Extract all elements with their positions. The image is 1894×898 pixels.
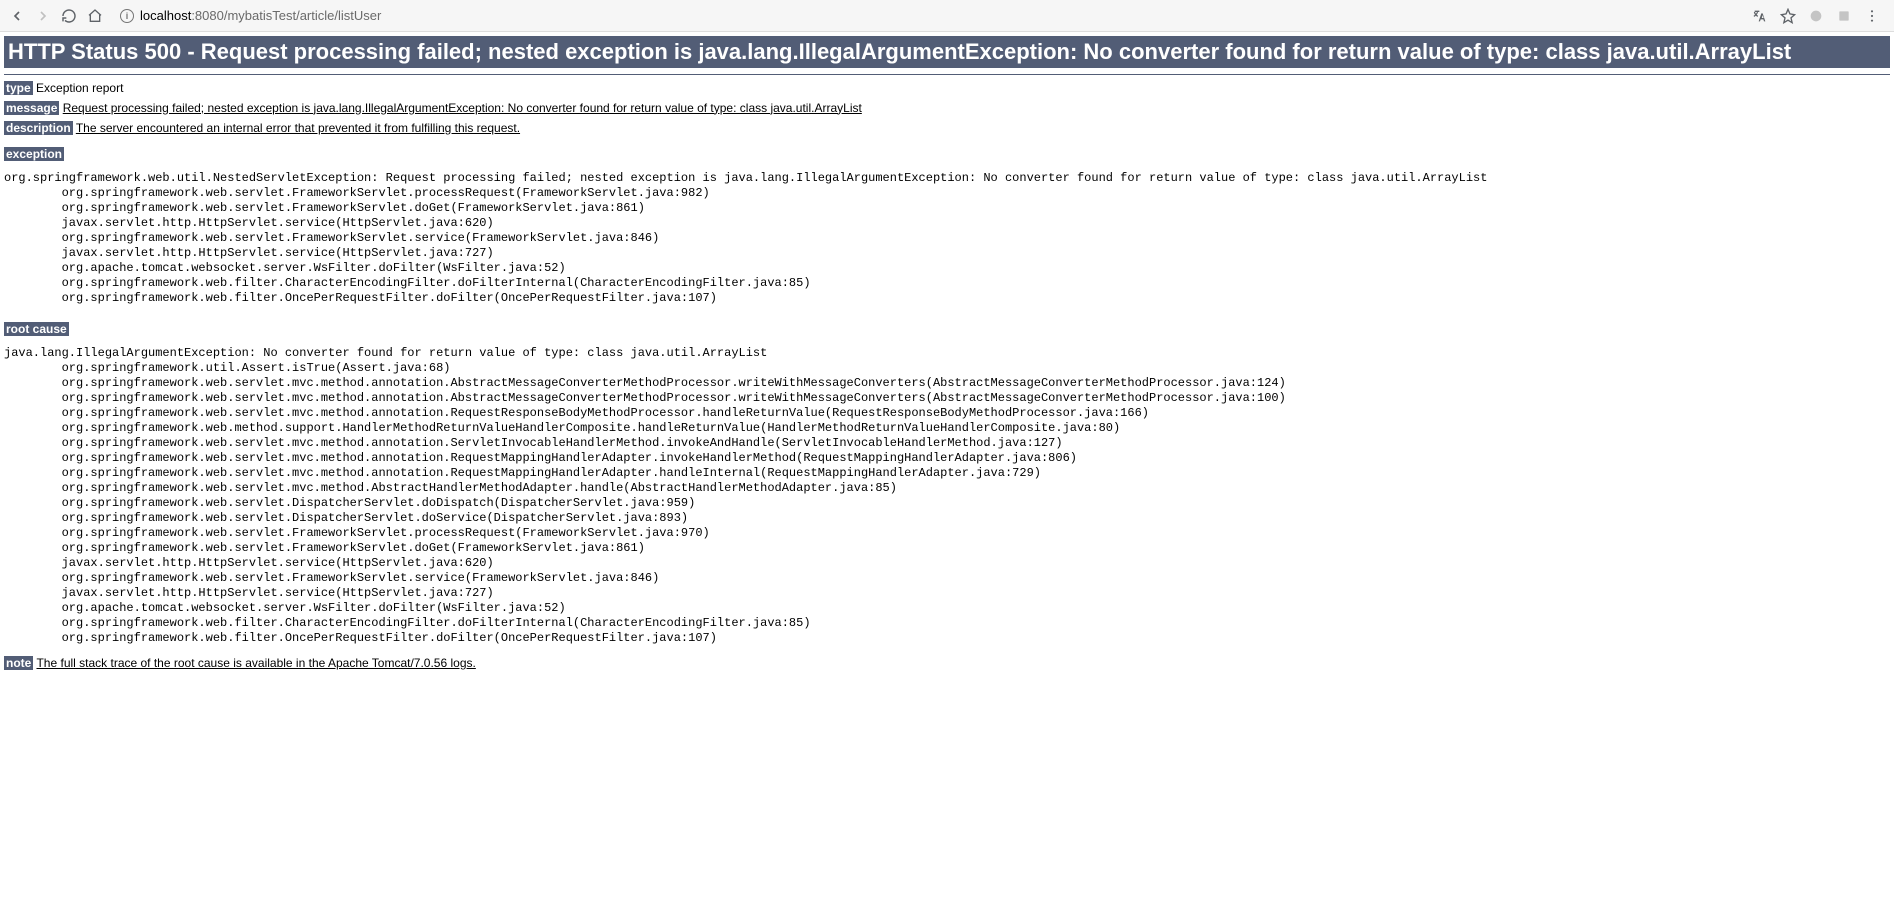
browser-toolbar: i localhost:8080/mybatisTest/article/lis… [0,0,1894,32]
status-header: HTTP Status 500 - Request processing fai… [4,36,1890,68]
back-button[interactable] [8,7,26,25]
site-info-icon[interactable]: i [120,9,134,23]
exception-label: exception [4,147,64,161]
nav-button-group [8,7,104,25]
reload-button[interactable] [60,7,78,25]
menu-icon[interactable] [1864,8,1880,24]
note-label: note [4,656,33,670]
divider [4,74,1890,75]
url-path: :8080/mybatisTest/article/listUser [191,8,381,23]
address-bar[interactable]: i localhost:8080/mybatisTest/article/lis… [114,8,1742,23]
extension-icon[interactable] [1808,8,1824,24]
url-text: localhost:8080/mybatisTest/article/listU… [140,8,381,23]
star-icon[interactable] [1780,8,1796,24]
type-line: type Exception report [4,81,1890,95]
description-label: description [4,121,73,135]
page-content: HTTP Status 500 - Request processing fai… [0,32,1894,674]
forward-button[interactable] [34,7,52,25]
message-line: message Request processing failed; neste… [4,101,1890,115]
description-line: description The server encountered an in… [4,121,1890,135]
url-host: localhost [140,8,191,23]
toolbar-right-icons [1752,8,1886,24]
translate-icon[interactable] [1752,8,1768,24]
note-line: note The full stack trace of the root ca… [4,656,1890,670]
description-value: The server encountered an internal error… [76,121,520,135]
note-value: The full stack trace of the root cause i… [36,656,475,670]
root-cause-label: root cause [4,322,69,336]
type-value: Exception report [36,81,123,95]
root-cause-trace: java.lang.IllegalArgumentException: No c… [4,346,1890,646]
message-value: Request processing failed; nested except… [63,101,862,115]
home-button[interactable] [86,7,104,25]
exception-trace: org.springframework.web.util.NestedServl… [4,171,1890,306]
account-icon[interactable] [1836,8,1852,24]
type-label: type [4,81,33,95]
message-label: message [4,101,59,115]
